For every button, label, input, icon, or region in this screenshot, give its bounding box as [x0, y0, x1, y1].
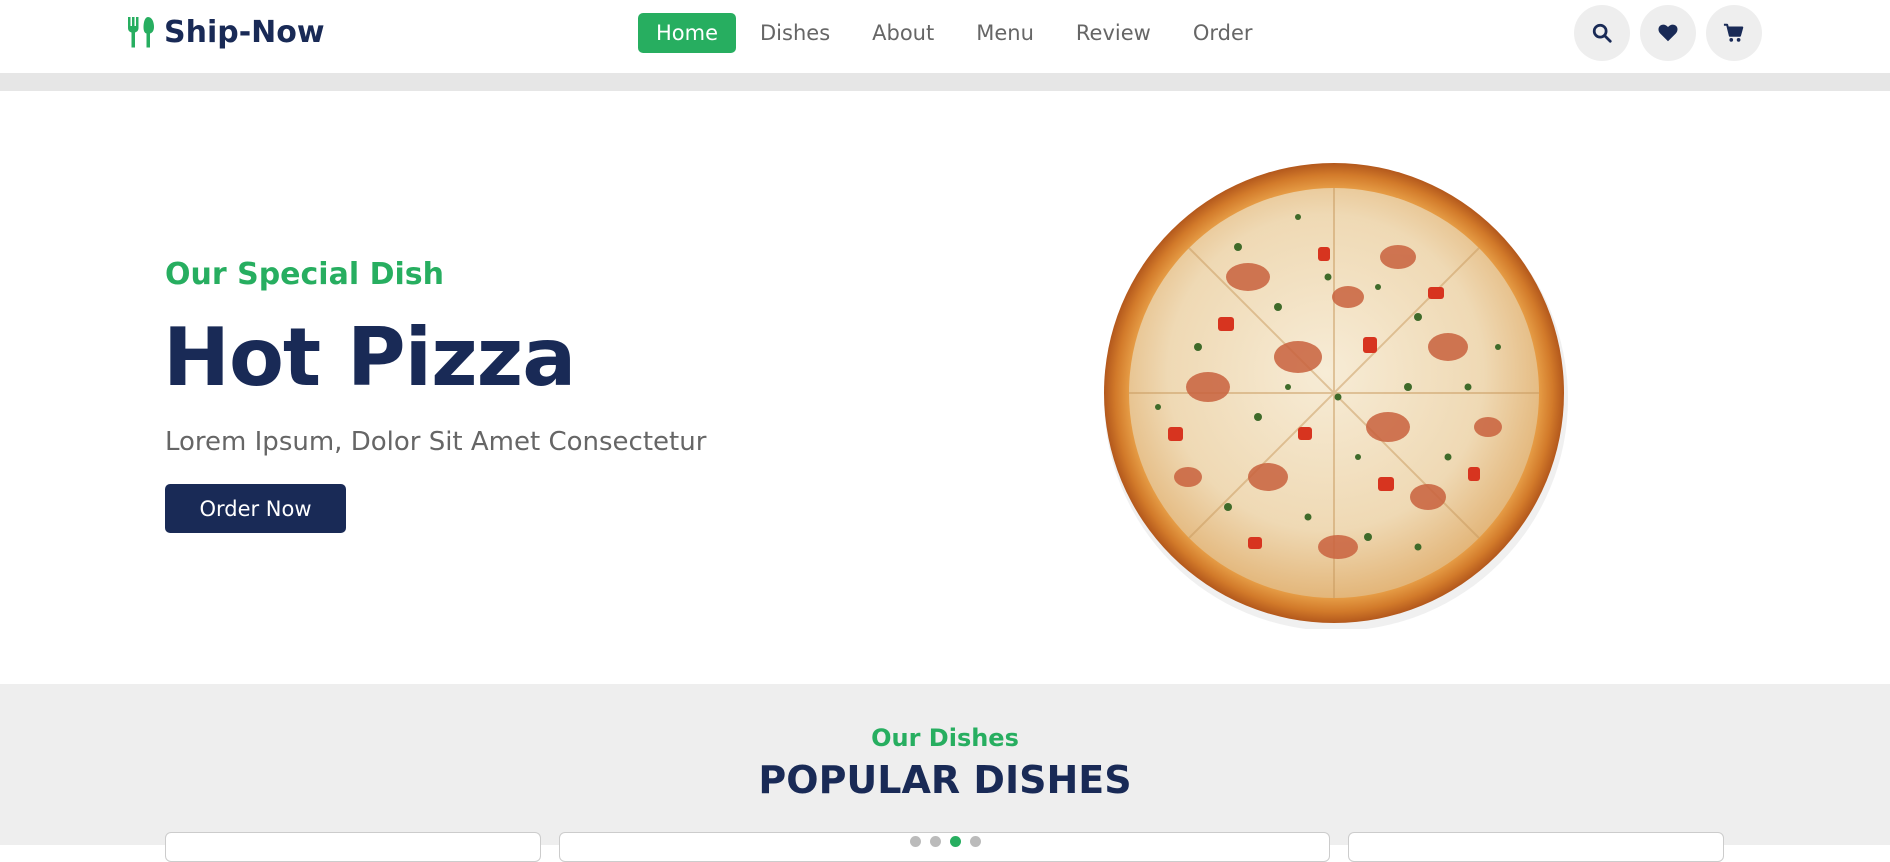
carousel-pagination [910, 836, 981, 847]
brand-name: Ship-Now [164, 14, 325, 50]
dish-card[interactable] [1348, 832, 1724, 862]
carousel-dot[interactable] [910, 836, 921, 847]
favorites-button[interactable] [1640, 5, 1696, 61]
search-button[interactable] [1574, 5, 1630, 61]
header-divider [0, 73, 1890, 91]
carousel-dot[interactable] [970, 836, 981, 847]
carousel-dot-active[interactable] [950, 836, 961, 847]
pizza-image [1098, 157, 1570, 631]
carousel-dot[interactable] [930, 836, 941, 847]
nav-review[interactable]: Review [1058, 13, 1169, 53]
heart-icon [1658, 24, 1678, 42]
logo[interactable]: Ship-Now [126, 12, 325, 52]
cart-icon [1723, 23, 1744, 42]
nav-order[interactable]: Order [1175, 13, 1271, 53]
utensils-icon [126, 15, 156, 49]
cart-button[interactable] [1706, 5, 1762, 61]
dish-card[interactable] [165, 832, 541, 862]
header-icons [1574, 5, 1762, 61]
hero-subtitle: Our Special Dish [165, 257, 444, 292]
hero-description: Lorem Ipsum, Dolor Sit Amet Consectetur [165, 427, 707, 457]
nav-home[interactable]: Home [638, 13, 737, 53]
search-icon [1592, 23, 1612, 43]
nav-menu[interactable]: Menu [958, 13, 1052, 53]
nav-dishes[interactable]: Dishes [742, 13, 848, 53]
main-nav: Home Dishes About Menu Review Order [638, 13, 1277, 53]
hero-section: Our Special Dish Hot Pizza Lorem Ipsum, … [0, 91, 1890, 684]
hero-title: Hot Pizza [163, 311, 576, 404]
nav-about[interactable]: About [854, 13, 952, 53]
dishes-title: POPULAR DISHES [758, 758, 1132, 802]
header: Ship-Now Home Dishes About Menu Review O… [0, 0, 1890, 73]
dishes-section: Our Dishes POPULAR DISHES [0, 684, 1890, 862]
dishes-subtitle: Our Dishes [871, 724, 1019, 752]
order-now-button[interactable]: Order Now [165, 484, 346, 533]
